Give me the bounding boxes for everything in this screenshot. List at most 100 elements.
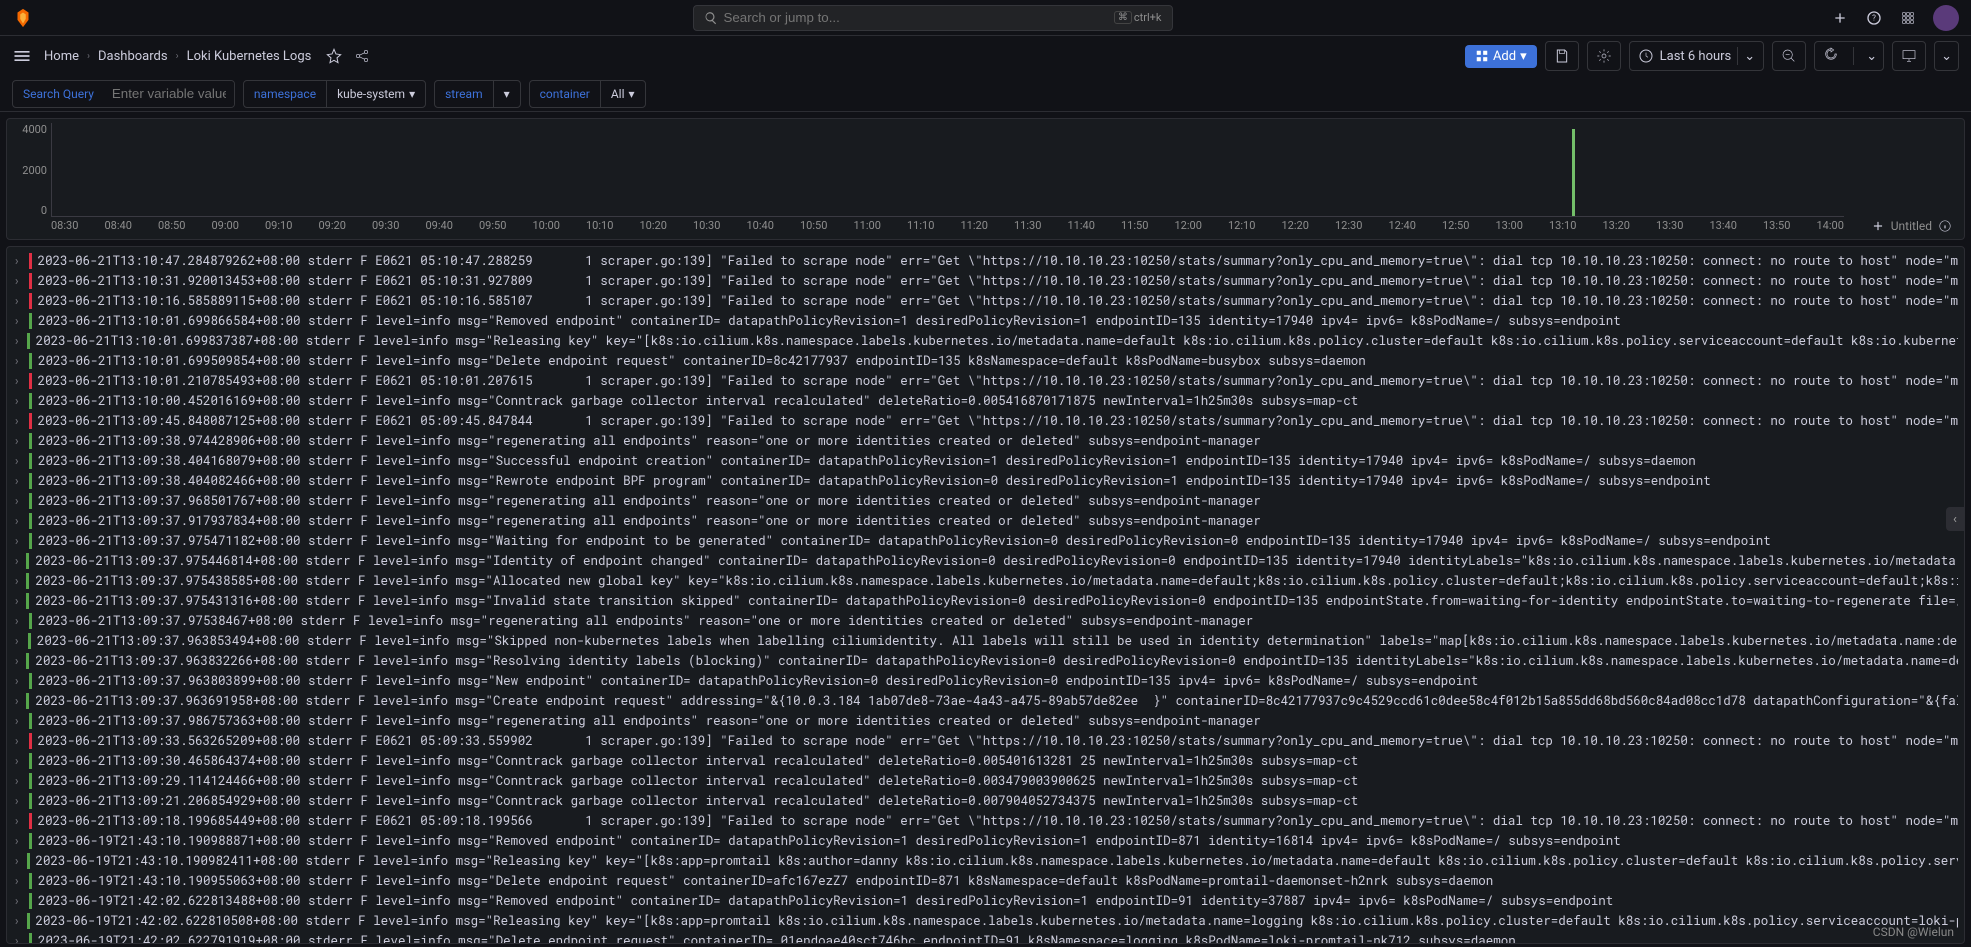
log-row[interactable]: ›2023-06-19T21:43:10.190982411+08:00 std… xyxy=(7,851,1964,871)
chevron-right-icon[interactable]: › xyxy=(13,911,23,931)
log-row[interactable]: ›2023-06-21T13:09:37.975446814+08:00 std… xyxy=(7,551,1964,571)
log-row[interactable]: ›2023-06-21T13:09:29.114124466+08:00 std… xyxy=(7,771,1964,791)
plus-icon[interactable] xyxy=(1831,9,1849,27)
log-row[interactable]: ›2023-06-21T13:09:37.97538467+08:00 stde… xyxy=(7,611,1964,631)
log-row[interactable]: ›2023-06-21T13:10:01.699837387+08:00 std… xyxy=(7,331,1964,351)
kiosk-button[interactable] xyxy=(1892,41,1926,71)
log-row[interactable]: ›2023-06-21T13:09:37.963832266+08:00 std… xyxy=(7,651,1964,671)
news-icon[interactable] xyxy=(1899,9,1917,27)
chevron-right-icon[interactable]: › xyxy=(13,631,24,651)
help-icon[interactable]: ? xyxy=(1865,9,1883,27)
caret-down-icon[interactable]: ⌄ xyxy=(1744,49,1755,64)
log-row[interactable]: ›2023-06-21T13:09:37.986757363+08:00 std… xyxy=(7,711,1964,731)
log-row[interactable]: ›2023-06-21T13:09:38.974428906+08:00 std… xyxy=(7,431,1964,451)
chevron-right-icon[interactable]: › xyxy=(13,531,25,551)
chevron-right-icon[interactable]: › xyxy=(13,611,25,631)
log-row[interactable]: ›2023-06-21T13:09:33.563265209+08:00 std… xyxy=(7,731,1964,751)
chevron-right-icon[interactable]: › xyxy=(13,391,25,411)
log-row[interactable]: ›2023-06-21T13:09:37.963691958+08:00 std… xyxy=(7,691,1964,711)
log-row[interactable]: ›2023-06-21T13:10:47.284879262+08:00 std… xyxy=(7,251,1964,271)
log-row[interactable]: ›2023-06-21T13:10:31.920013453+08:00 std… xyxy=(7,271,1964,291)
chevron-right-icon[interactable]: › xyxy=(13,451,25,471)
chevron-right-icon[interactable]: › xyxy=(13,511,25,531)
histogram-chart[interactable]: 400020000 08:3008:4008:5009:0009:1009:20… xyxy=(7,119,1964,239)
log-row[interactable]: ›2023-06-19T21:43:10.190988871+08:00 std… xyxy=(7,831,1964,851)
chevron-right-icon[interactable]: › xyxy=(13,411,25,431)
refresh-interval[interactable]: ⌄ xyxy=(1860,49,1883,64)
chevron-right-icon[interactable]: › xyxy=(13,731,25,751)
var-stream-select[interactable]: ▾ xyxy=(493,81,520,107)
chevron-right-icon[interactable]: › xyxy=(13,571,22,591)
chevron-right-icon[interactable]: › xyxy=(13,251,25,271)
chevron-right-icon[interactable]: › xyxy=(13,591,22,611)
share-icon[interactable] xyxy=(353,47,371,65)
log-row[interactable]: ›2023-06-21T13:10:16.585889115+08:00 std… xyxy=(7,291,1964,311)
grafana-logo[interactable] xyxy=(12,7,34,29)
chevron-right-icon[interactable]: › xyxy=(13,871,25,891)
global-search[interactable]: ⌘ ctrl+k xyxy=(693,5,1173,31)
log-row[interactable]: ›2023-06-21T13:10:01.699509854+08:00 std… xyxy=(7,351,1964,371)
chevron-right-icon[interactable]: › xyxy=(13,931,25,944)
log-row[interactable]: ›2023-06-21T13:10:01.699866584+08:00 std… xyxy=(7,311,1964,331)
chevron-right-icon[interactable]: › xyxy=(13,771,25,791)
time-picker[interactable]: Last 6 hours ⌄ xyxy=(1629,41,1765,71)
panel-caret[interactable]: ⌄ xyxy=(1934,41,1959,71)
chevron-right-icon[interactable]: › xyxy=(13,551,22,571)
chevron-right-icon[interactable]: › xyxy=(13,491,25,511)
var-namespace-select[interactable]: kube-system▾ xyxy=(326,81,425,107)
log-row[interactable]: ›2023-06-19T21:42:02.622791919+08:00 std… xyxy=(7,931,1964,944)
chevron-right-icon[interactable]: › xyxy=(13,311,25,331)
add-series-icon[interactable] xyxy=(1871,219,1885,233)
log-row[interactable]: ›2023-06-21T13:10:01.210785493+08:00 std… xyxy=(7,371,1964,391)
add-button[interactable]: Add ▾ xyxy=(1465,45,1537,68)
chevron-right-icon[interactable]: › xyxy=(13,651,22,671)
refresh-button[interactable] xyxy=(1815,46,1847,66)
chevron-right-icon[interactable]: › xyxy=(13,811,25,831)
log-row[interactable]: ›2023-06-19T21:43:10.190955063+08:00 std… xyxy=(7,871,1964,891)
chevron-right-icon[interactable]: › xyxy=(13,851,23,871)
log-row[interactable]: ›2023-06-21T13:09:21.206854929+08:00 std… xyxy=(7,791,1964,811)
star-icon[interactable] xyxy=(325,47,343,65)
search-input[interactable] xyxy=(724,10,1114,25)
avatar[interactable] xyxy=(1933,5,1959,31)
chevron-right-icon[interactable]: › xyxy=(13,271,25,291)
save-button[interactable] xyxy=(1545,41,1579,71)
log-row[interactable]: ›2023-06-21T13:09:37.963853494+08:00 std… xyxy=(7,631,1964,651)
crumb-home[interactable]: Home xyxy=(44,49,79,64)
log-row[interactable]: ›2023-06-19T21:42:02.622813488+08:00 std… xyxy=(7,891,1964,911)
log-row[interactable]: ›2023-06-21T13:09:18.199685449+08:00 std… xyxy=(7,811,1964,831)
log-row[interactable]: ›2023-06-21T13:09:37.917937834+08:00 std… xyxy=(7,511,1964,531)
log-row[interactable]: ›2023-06-21T13:09:37.963803899+08:00 std… xyxy=(7,671,1964,691)
chevron-right-icon[interactable]: › xyxy=(13,831,25,851)
chevron-right-icon[interactable]: › xyxy=(13,891,25,911)
chevron-right-icon[interactable]: › xyxy=(13,791,25,811)
chevron-right-icon[interactable]: › xyxy=(13,431,25,451)
log-row[interactable]: ›2023-06-21T13:09:38.404082466+08:00 std… xyxy=(7,471,1964,491)
chevron-left-icon[interactable]: ‹ xyxy=(1946,507,1964,531)
chevron-right-icon[interactable]: › xyxy=(13,751,25,771)
log-row[interactable]: ›2023-06-21T13:09:30.465864374+08:00 std… xyxy=(7,751,1964,771)
var-search-query-input[interactable] xyxy=(104,81,234,107)
crumb-dashboards[interactable]: Dashboards xyxy=(98,49,168,64)
chevron-right-icon[interactable]: › xyxy=(13,691,22,711)
chevron-right-icon[interactable]: › xyxy=(13,671,25,691)
log-row[interactable]: ›2023-06-21T13:09:45.848087125+08:00 std… xyxy=(7,411,1964,431)
zoom-out-button[interactable] xyxy=(1772,41,1806,71)
chevron-right-icon[interactable]: › xyxy=(13,371,25,391)
chevron-right-icon[interactable]: › xyxy=(13,351,25,371)
log-row[interactable]: ›2023-06-19T21:42:02.622810508+08:00 std… xyxy=(7,911,1964,931)
chevron-right-icon[interactable]: › xyxy=(13,711,25,731)
log-row[interactable]: ›2023-06-21T13:09:38.404168079+08:00 std… xyxy=(7,451,1964,471)
var-container-select[interactable]: All▾ xyxy=(600,81,645,107)
refresh-picker[interactable]: ⌄ xyxy=(1814,41,1884,71)
log-row[interactable]: ›2023-06-21T13:09:37.975431316+08:00 std… xyxy=(7,591,1964,611)
chevron-right-icon[interactable]: › xyxy=(13,331,23,351)
log-row[interactable]: ›2023-06-21T13:09:37.975438585+08:00 std… xyxy=(7,571,1964,591)
log-row[interactable]: ›2023-06-21T13:09:37.975471182+08:00 std… xyxy=(7,531,1964,551)
info-icon[interactable] xyxy=(1938,219,1952,233)
menu-icon[interactable] xyxy=(12,46,32,66)
chevron-right-icon[interactable]: › xyxy=(13,291,25,311)
chevron-right-icon[interactable]: › xyxy=(13,471,25,491)
log-row[interactable]: ›2023-06-21T13:10:00.452016169+08:00 std… xyxy=(7,391,1964,411)
settings-button[interactable] xyxy=(1587,41,1621,71)
